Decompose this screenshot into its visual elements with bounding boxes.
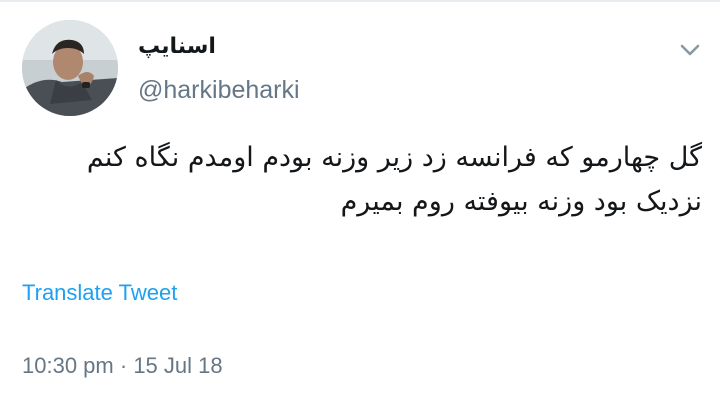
author-display-name[interactable]: اسنایپ [138,34,216,59]
chevron-down-icon [680,44,700,56]
top-divider [0,0,720,2]
avatar[interactable] [22,20,118,116]
tweet-time: 10:30 pm [22,353,114,378]
author-handle[interactable]: @harkibeharki [138,76,300,105]
tweet-menu-button[interactable] [676,36,704,64]
tweet-timestamp[interactable]: 10:30 pm · 15 Jul 18 [22,353,223,379]
tweet-card: اسنایپ @harkibeharki گل چهارمو که فرانسه… [0,0,720,400]
profile-photo-icon [22,20,118,116]
translate-tweet-link[interactable]: Translate Tweet [22,280,177,306]
tweet-date: 15 Jul 18 [133,353,223,378]
timestamp-separator: · [119,353,128,378]
tweet-text: گل چهارمو که فرانسه زد زیر وزنه بودم اوم… [86,142,702,217]
